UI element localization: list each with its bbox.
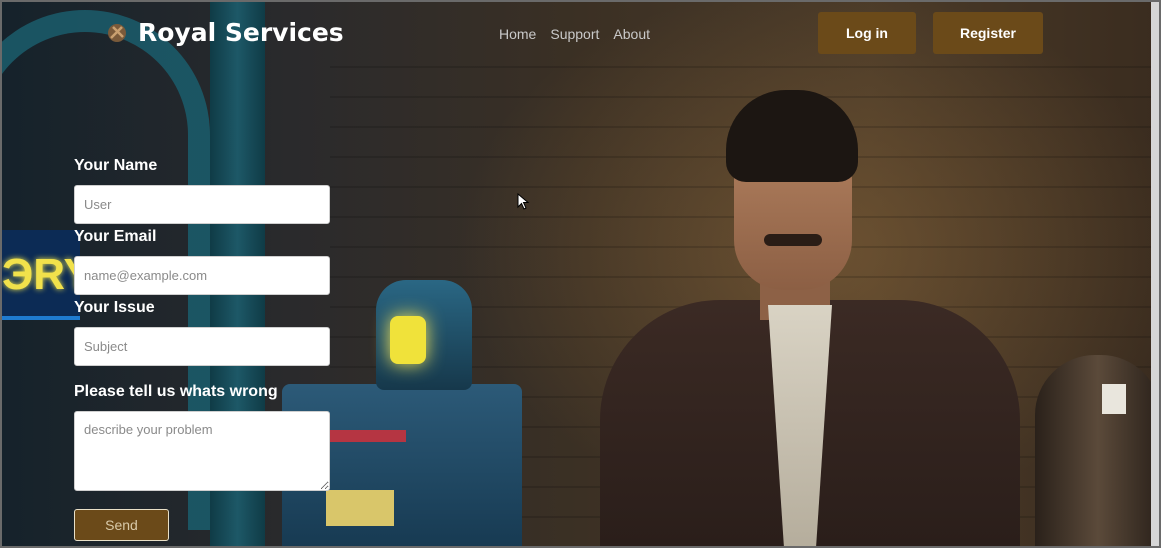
name-label: Your Name (74, 157, 158, 174)
email-input[interactable] (74, 256, 330, 295)
lamp-light (390, 316, 426, 364)
message-label: Please tell us whats wrong (74, 383, 278, 400)
main-nav: Home Support About (499, 26, 650, 42)
brand-logo[interactable]: Royal Services (106, 18, 344, 47)
nav-support-link[interactable]: Support (550, 26, 599, 42)
message-textarea[interactable] (74, 411, 330, 491)
scrollbar[interactable] (1151, 0, 1161, 548)
issue-label: Your Issue (74, 299, 155, 316)
mechanic-hair (726, 90, 858, 182)
kiosk-red-panel (330, 430, 406, 442)
register-button[interactable]: Register (933, 12, 1043, 54)
name-input[interactable] (74, 185, 330, 224)
nav-home-link[interactable]: Home (499, 26, 536, 42)
mechanic-mustache (764, 234, 822, 246)
mouse-cursor-icon (517, 193, 530, 210)
site-header: Royal Services Home Support About Log in… (0, 0, 1161, 68)
nav-about-link[interactable]: About (613, 26, 650, 42)
login-button[interactable]: Log in (818, 12, 916, 54)
neon-sign: ЭRY (0, 230, 80, 320)
tank-light (1102, 384, 1126, 414)
email-label: Your Email (74, 228, 157, 245)
tank-decoration (1035, 355, 1161, 548)
crest-logo-icon (108, 23, 126, 42)
kiosk-screen (326, 490, 394, 526)
issue-input[interactable] (74, 327, 330, 366)
brand-name: Royal Services (138, 18, 344, 47)
send-button[interactable]: Send (74, 509, 169, 541)
mechanic-illustration (600, 90, 1020, 548)
